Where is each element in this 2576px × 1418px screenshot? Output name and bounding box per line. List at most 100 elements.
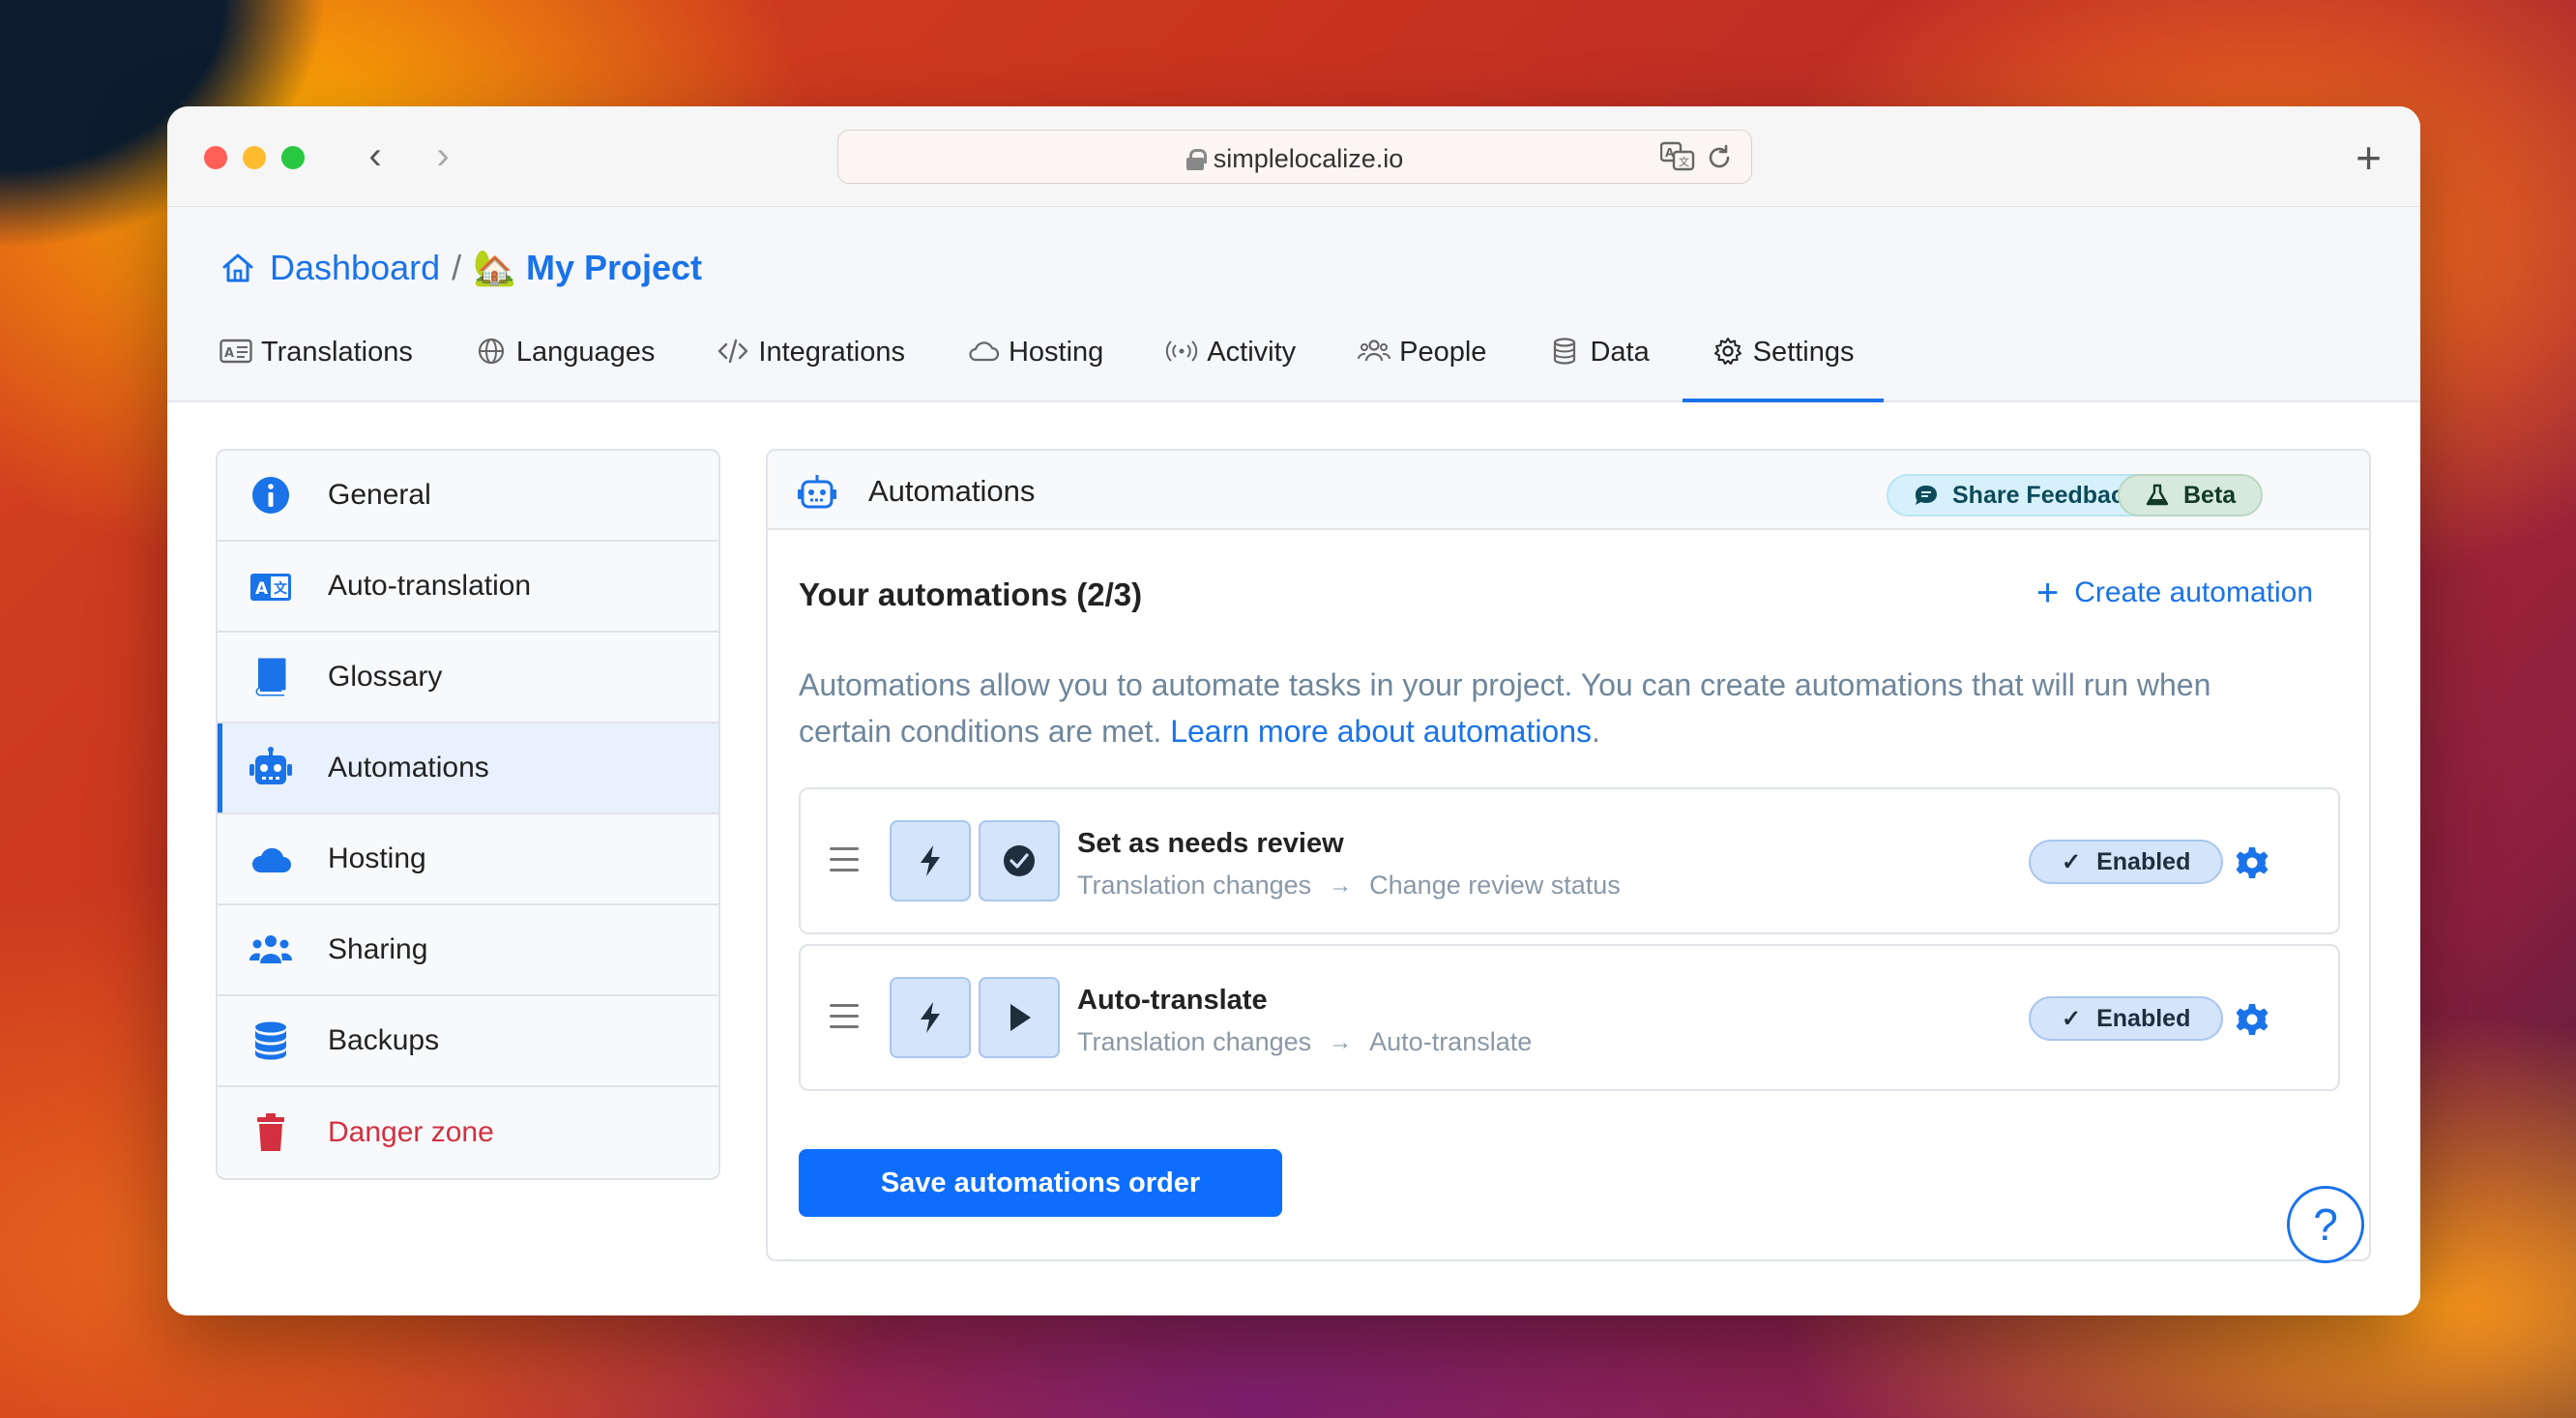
database-icon (255, 1021, 286, 1060)
enabled-toggle[interactable]: ✓ Enabled (2029, 840, 2224, 884)
svg-text:文: 文 (1679, 155, 1689, 168)
automations-description: Automations allow you to automate tasks … (799, 667, 2211, 749)
automation-summary: Translation changes → Auto-translate (1077, 1027, 1532, 1057)
trigger-icon-box (890, 977, 971, 1058)
gear-icon[interactable] (2235, 1002, 2269, 1037)
plus-icon: + (2035, 572, 2060, 614)
tab-hosting-label: Hosting (1008, 337, 1104, 368)
back-arrow-icon[interactable]: ‹ (351, 133, 399, 182)
tab-data-label: Data (1590, 337, 1650, 368)
minimize-window-button[interactable] (243, 146, 266, 169)
drag-handle-icon[interactable] (830, 847, 859, 872)
sidebar-item-danger-zone[interactable]: Danger zone (218, 1087, 718, 1178)
info-icon (252, 477, 289, 514)
automation-name: Set as needs review (1077, 828, 1344, 859)
panel-title: Automations (868, 474, 1036, 508)
action-icon-box (979, 977, 1060, 1058)
code-icon (718, 339, 748, 364)
tab-activity[interactable]: Activity (1165, 335, 1296, 402)
database-icon (1554, 338, 1576, 365)
sidebar-item-glossary[interactable]: Glossary (218, 633, 718, 724)
robot-icon (798, 475, 836, 509)
arrow-right-icon: → (1329, 1028, 1353, 1055)
globe-icon (478, 338, 504, 365)
sidebar-item-label: Hosting (328, 842, 426, 874)
svg-text:文: 文 (274, 580, 288, 597)
lightning-icon (921, 1002, 940, 1033)
settings-content: General A文 Auto-translation Glossary Aut… (167, 402, 2420, 1315)
tab-translations-label: Translations (261, 337, 413, 368)
drag-handle-icon[interactable] (830, 1004, 859, 1029)
new-tab-plus-icon[interactable]: + (2356, 132, 2382, 184)
page-translate-icon[interactable]: A 文 (1660, 140, 1695, 173)
status-label: Enabled (2096, 847, 2191, 875)
sidebar-item-label: Sharing (328, 933, 428, 965)
sidebar-item-label: Backups (328, 1024, 440, 1056)
sidebar-item-label: Glossary (328, 661, 443, 693)
sidebar-item-general[interactable]: General (218, 451, 718, 542)
sidebar-item-label: Danger zone (328, 1116, 494, 1148)
sidebar-item-backups[interactable]: Backups (218, 996, 718, 1087)
forward-arrow-icon[interactable]: › (419, 133, 467, 182)
sidebar-item-hosting[interactable]: Hosting (218, 814, 718, 905)
tab-integrations[interactable]: Integrations (717, 335, 905, 402)
enabled-toggle[interactable]: ✓ Enabled (2029, 996, 2224, 1041)
save-automations-order-button[interactable]: Save automations order (799, 1149, 1282, 1217)
tab-data[interactable]: Data (1548, 335, 1650, 402)
tab-languages[interactable]: Languages (475, 335, 655, 402)
checkmark-icon: ✓ (2062, 1005, 2082, 1032)
learn-more-link[interactable]: Learn more about automations (1170, 714, 1592, 749)
automation-action: Auto-translate (1369, 1027, 1533, 1056)
trash-icon (257, 1113, 284, 1151)
address-bar[interactable]: simplelocalize.io A 文 (837, 130, 1752, 184)
gear-icon[interactable] (2235, 845, 2269, 880)
breadcrumb-dashboard-link[interactable]: Dashboard (270, 248, 440, 288)
breadcrumb-project-link[interactable]: My Project (526, 248, 702, 288)
automation-name: Auto-translate (1077, 985, 1268, 1016)
cloud-icon (969, 341, 1000, 362)
check-circle-icon (1004, 845, 1035, 876)
people-icon (1358, 340, 1391, 362)
svg-text:A: A (255, 579, 269, 599)
automation-summary: Translation changes → Change review stat… (1077, 871, 1621, 901)
automation-action: Change review status (1369, 871, 1621, 900)
panel-header: Automations Share Feedback Beta (768, 451, 2369, 530)
translations-icon: A (220, 339, 252, 364)
project-header: Dashboard / 🏡 My Project A Translations … (167, 207, 2420, 402)
breadcrumb-separator: / (452, 248, 462, 287)
zoom-window-button[interactable] (281, 146, 305, 169)
automation-trigger: Translation changes (1077, 871, 1312, 900)
home-icon (222, 253, 253, 282)
reload-icon[interactable] (1704, 142, 1735, 173)
status-label: Enabled (2096, 1004, 2191, 1032)
flask-icon (2146, 484, 2169, 506)
play-icon (1010, 1004, 1031, 1031)
automation-trigger: Translation changes (1077, 1027, 1312, 1056)
sidebar-item-auto-translation[interactable]: A文 Auto-translation (218, 542, 718, 633)
tab-translations[interactable]: A Translations (220, 335, 413, 402)
cloud-icon (251, 847, 291, 872)
chat-bubble-icon (1916, 486, 1937, 505)
svg-text:A: A (224, 346, 234, 361)
project-emoji: 🏡 (473, 248, 516, 287)
help-question-button[interactable]: ? (2287, 1186, 2364, 1263)
tab-activity-label: Activity (1207, 337, 1297, 368)
tab-people-label: People (1399, 337, 1487, 368)
translate-icon: A文 (250, 574, 291, 601)
beta-badge: Beta (2118, 474, 2264, 517)
settings-sidebar: General A文 Auto-translation Glossary Aut… (216, 449, 720, 1180)
sidebar-item-automations[interactable]: Automations (218, 724, 718, 814)
close-window-button[interactable] (204, 146, 227, 169)
automations-list-title: Your automations (2/3) (799, 576, 1143, 612)
sidebar-item-sharing[interactable]: Sharing (218, 905, 718, 996)
beta-label: Beta (2183, 481, 2237, 509)
trigger-icon-box (890, 820, 971, 901)
automations-panel: Automations Share Feedback Beta Your aut… (766, 449, 2371, 1261)
tab-people[interactable]: People (1358, 335, 1486, 402)
tab-hosting[interactable]: Hosting (967, 335, 1103, 402)
create-automation-button[interactable]: + Create automation (2035, 572, 2313, 614)
tab-settings[interactable]: Settings (1682, 335, 1884, 402)
book-icon (255, 658, 286, 696)
lock-icon (1186, 149, 1207, 170)
arrow-right-icon: → (1329, 871, 1353, 899)
